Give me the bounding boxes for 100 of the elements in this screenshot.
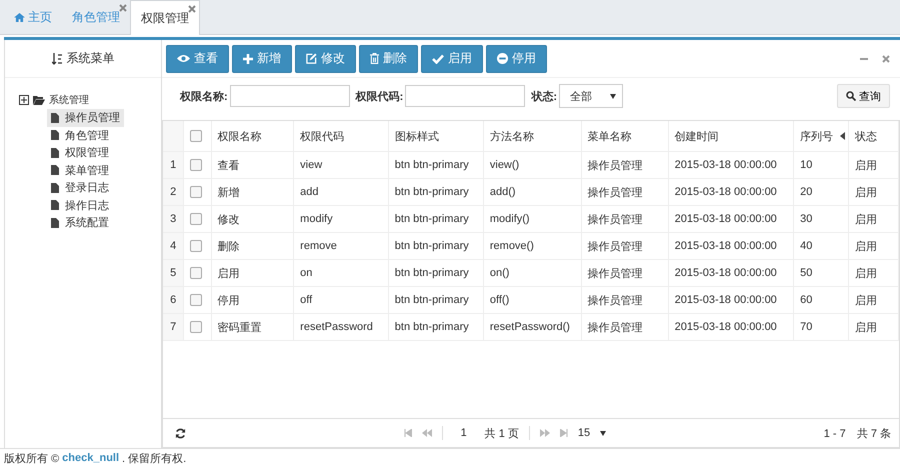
folder-icon	[33, 96, 45, 104]
checkbox[interactable]	[190, 294, 202, 306]
page-size-select[interactable]: 15	[578, 427, 606, 439]
toolbar-button[interactable]: 修改	[295, 44, 356, 72]
table-cell: 2015-03-18 00:00:00	[668, 232, 794, 260]
tree-item[interactable]: 权限管理	[47, 144, 113, 162]
author-link[interactable]: check_null	[62, 452, 120, 464]
toolbar-button[interactable]: 新增	[232, 44, 292, 72]
table-cell: add	[294, 178, 388, 206]
sidebar-title: 系统菜单	[66, 50, 114, 67]
page-number[interactable]: 1	[452, 427, 475, 439]
table-cell: 启用	[848, 206, 898, 232]
column-header[interactable]: 序列号	[794, 121, 848, 152]
file-icon	[51, 200, 59, 210]
table-cell: 新增	[211, 178, 294, 206]
column-header[interactable]: 权限名称	[211, 121, 294, 152]
filter-label: 权限代码:	[356, 90, 404, 104]
expand-icon[interactable]	[19, 95, 29, 105]
record-summary: 1 - 7 共 7 条	[824, 426, 891, 440]
page-total: 共 1 页	[484, 426, 519, 440]
home-icon	[14, 12, 25, 22]
table-cell: 删除	[211, 232, 294, 260]
column-header[interactable]: 方法名称	[483, 121, 582, 152]
table-cell: on	[294, 260, 388, 286]
row-number: 5	[163, 260, 184, 286]
tree-item[interactable]: 系统管理	[49, 93, 89, 107]
status-select[interactable]: 全部	[559, 84, 624, 108]
table-cell: add()	[483, 178, 582, 206]
table-cell: 启用	[848, 178, 898, 206]
tree-item[interactable]: 菜单管理	[47, 162, 113, 179]
checkbox[interactable]	[190, 186, 202, 198]
checkbox[interactable]	[190, 130, 202, 142]
last-page-icon[interactable]	[560, 429, 568, 437]
table-cell: 操作员管理	[581, 260, 668, 286]
table-cell: btn btn-primary	[388, 260, 484, 286]
table-cell: 30	[794, 206, 848, 232]
table-cell: modify()	[483, 206, 582, 232]
first-page-icon[interactable]	[404, 429, 412, 437]
minus-circle-icon	[497, 53, 508, 64]
table-cell: off()	[483, 286, 582, 314]
input-field[interactable]	[230, 85, 350, 107]
table-cell: 修改	[211, 206, 294, 232]
plus-icon	[243, 54, 253, 64]
tab[interactable]: 权限管理	[130, 0, 200, 35]
checkbox[interactable]	[190, 240, 202, 252]
table-cell: 启用	[848, 152, 898, 178]
column-header[interactable]: 权限代码	[294, 121, 388, 152]
previous-page-icon[interactable]	[422, 429, 432, 437]
close-icon[interactable]	[119, 4, 127, 12]
table-cell: remove	[294, 232, 388, 260]
toolbar-button[interactable]: 查看	[166, 44, 229, 72]
table-cell: 查看	[211, 152, 294, 178]
table-cell: 50	[794, 260, 848, 286]
table-cell: btn btn-primary	[388, 314, 484, 340]
table-cell: 2015-03-18 00:00:00	[668, 206, 794, 232]
tree-item[interactable]: 操作员管理	[47, 109, 124, 126]
close-icon[interactable]	[188, 5, 196, 13]
row-number: 2	[163, 178, 184, 206]
sort-icon	[52, 52, 62, 64]
table-cell: view	[294, 152, 388, 178]
table-cell: btn btn-primary	[388, 286, 484, 314]
copyright-text: 版权所有 ©	[4, 452, 60, 466]
checkbox[interactable]	[190, 267, 202, 280]
table-cell: 2015-03-18 00:00:00	[668, 286, 794, 314]
tree-item[interactable]: 系统配置	[47, 214, 113, 232]
checkbox[interactable]	[190, 321, 202, 334]
copyright-text: . 保留所有权.	[122, 452, 186, 466]
toolbar-button[interactable]: 停用	[486, 44, 547, 72]
toolbar-button[interactable]: 启用	[421, 44, 483, 72]
input-field[interactable]	[405, 85, 526, 107]
caret-icon	[600, 430, 606, 436]
table-cell: btn btn-primary	[388, 206, 484, 232]
close-icon[interactable]	[882, 54, 890, 62]
caret-icon	[610, 94, 616, 98]
refresh-icon[interactable]	[175, 428, 186, 438]
column-header[interactable]: 菜单名称	[581, 121, 668, 152]
table-cell: 启用	[211, 260, 294, 286]
table-cell: 启用	[848, 314, 898, 340]
column-header[interactable]: 状态	[848, 121, 898, 152]
column-header[interactable]: 图标样式	[388, 121, 484, 152]
filter-label: 状态:	[531, 90, 558, 104]
table-cell: 操作员管理	[581, 178, 668, 206]
column-header[interactable]: 创建时间	[668, 121, 794, 152]
file-icon	[51, 182, 59, 193]
checkbox[interactable]	[190, 159, 202, 172]
table-cell: on()	[483, 260, 582, 286]
minimize-icon[interactable]	[860, 58, 868, 60]
filter-label: 权限名称:	[180, 90, 228, 104]
tree-item[interactable]: 操作日志	[47, 196, 113, 214]
tree-item[interactable]: 角色管理	[47, 126, 113, 144]
checkbox[interactable]	[190, 213, 202, 226]
search-button[interactable]: 查询	[837, 84, 890, 108]
row-number: 4	[163, 232, 184, 260]
tree-item[interactable]: 登录日志	[47, 179, 113, 196]
row-number: 6	[163, 286, 184, 314]
trash-icon	[370, 53, 379, 64]
table-cell: 40	[794, 232, 848, 260]
toolbar-button[interactable]: 删除	[359, 44, 418, 72]
next-page-icon[interactable]	[540, 429, 550, 437]
table-cell: 2015-03-18 00:00:00	[668, 152, 794, 178]
